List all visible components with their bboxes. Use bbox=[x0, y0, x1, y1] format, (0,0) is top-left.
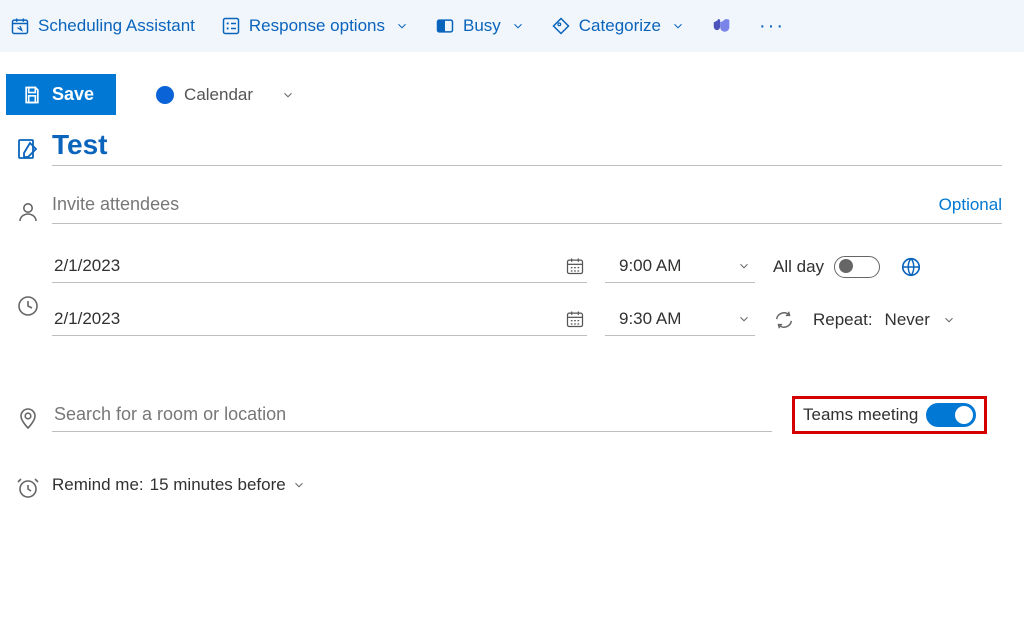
end-time-field[interactable]: 9:30 AM bbox=[605, 303, 755, 336]
timezone-icon[interactable] bbox=[900, 256, 922, 278]
response-options-button[interactable]: Response options bbox=[221, 16, 409, 36]
scheduling-icon bbox=[10, 16, 30, 36]
all-day-toggle[interactable] bbox=[834, 256, 880, 278]
reminder-value: 15 minutes before bbox=[150, 475, 286, 495]
alarm-icon bbox=[16, 476, 40, 500]
action-bar: Save Calendar bbox=[0, 52, 1024, 125]
teams-icon bbox=[711, 15, 733, 37]
teams-app-button[interactable] bbox=[711, 15, 733, 37]
end-date-field[interactable]: 2/1/2023 bbox=[52, 303, 587, 336]
scheduling-assistant-button[interactable]: Scheduling Assistant bbox=[10, 16, 195, 36]
chevron-down-icon bbox=[737, 259, 751, 273]
save-icon bbox=[22, 85, 42, 105]
busy-icon bbox=[435, 16, 455, 36]
show-as-label: Busy bbox=[463, 16, 501, 36]
title-input[interactable] bbox=[52, 125, 1002, 166]
tag-icon bbox=[551, 16, 571, 36]
repeat-value: Never bbox=[885, 310, 930, 330]
chevron-down-icon bbox=[942, 313, 956, 327]
start-line: 2/1/2023 9:00 AM All day bbox=[52, 250, 1014, 283]
response-options-icon bbox=[221, 16, 241, 36]
chevron-down-icon bbox=[281, 88, 295, 102]
save-label: Save bbox=[52, 84, 94, 105]
chevron-down-icon bbox=[292, 478, 306, 492]
teams-meeting-label: Teams meeting bbox=[803, 405, 918, 425]
calendar-name: Calendar bbox=[184, 85, 253, 105]
location-row: Teams meeting bbox=[4, 396, 1014, 434]
start-time-value: 9:00 AM bbox=[609, 256, 737, 276]
end-date-value: 2/1/2023 bbox=[54, 309, 565, 329]
start-time-field[interactable]: 9:00 AM bbox=[605, 250, 755, 283]
repeat-selector[interactable]: Repeat: Never bbox=[773, 309, 956, 331]
teams-meeting-group: Teams meeting bbox=[792, 396, 987, 434]
repeat-icon bbox=[773, 309, 795, 331]
end-time-value: 9:30 AM bbox=[609, 309, 737, 329]
datetime-block: 2/1/2023 9:00 AM All day 2/1/2023 bbox=[4, 250, 1014, 356]
calendar-selector[interactable]: Calendar bbox=[156, 85, 295, 105]
more-options-button[interactable]: ··· bbox=[759, 15, 785, 38]
command-toolbar: Scheduling Assistant Response options Bu… bbox=[0, 0, 1024, 52]
location-icon bbox=[16, 406, 40, 430]
start-date-value: 2/1/2023 bbox=[54, 256, 565, 276]
scheduling-assistant-label: Scheduling Assistant bbox=[38, 16, 195, 36]
reminder-selector[interactable]: Remind me: 15 minutes before bbox=[52, 475, 306, 495]
edit-icon bbox=[16, 137, 40, 161]
save-button[interactable]: Save bbox=[6, 74, 116, 115]
clock-icon bbox=[16, 294, 40, 318]
location-input[interactable] bbox=[54, 404, 770, 425]
response-options-label: Response options bbox=[249, 16, 385, 36]
chevron-down-icon bbox=[737, 312, 751, 326]
repeat-label: Repeat: bbox=[813, 310, 873, 330]
attendees-input[interactable] bbox=[52, 194, 939, 215]
event-form: Optional 2/1/2023 9:00 AM All day bbox=[0, 125, 1024, 500]
calendar-icon bbox=[565, 256, 585, 276]
chevron-down-icon bbox=[511, 19, 525, 33]
attendees-row: Optional bbox=[4, 194, 1014, 224]
title-row bbox=[4, 125, 1014, 166]
all-day-label: All day bbox=[773, 257, 824, 277]
calendar-icon bbox=[565, 309, 585, 329]
start-date-field[interactable]: 2/1/2023 bbox=[52, 250, 587, 283]
chevron-down-icon bbox=[671, 19, 685, 33]
show-as-button[interactable]: Busy bbox=[435, 16, 525, 36]
categorize-label: Categorize bbox=[579, 16, 661, 36]
end-line: 2/1/2023 9:30 AM Repeat: Never bbox=[52, 303, 1014, 336]
reminder-row: Remind me: 15 minutes before bbox=[4, 470, 1014, 500]
categorize-button[interactable]: Categorize bbox=[551, 16, 685, 36]
optional-attendees-link[interactable]: Optional bbox=[939, 195, 1002, 215]
calendar-color-dot bbox=[156, 86, 174, 104]
person-icon bbox=[16, 200, 40, 224]
reminder-label: Remind me: bbox=[52, 475, 144, 495]
teams-meeting-toggle[interactable] bbox=[926, 403, 976, 427]
chevron-down-icon bbox=[395, 19, 409, 33]
